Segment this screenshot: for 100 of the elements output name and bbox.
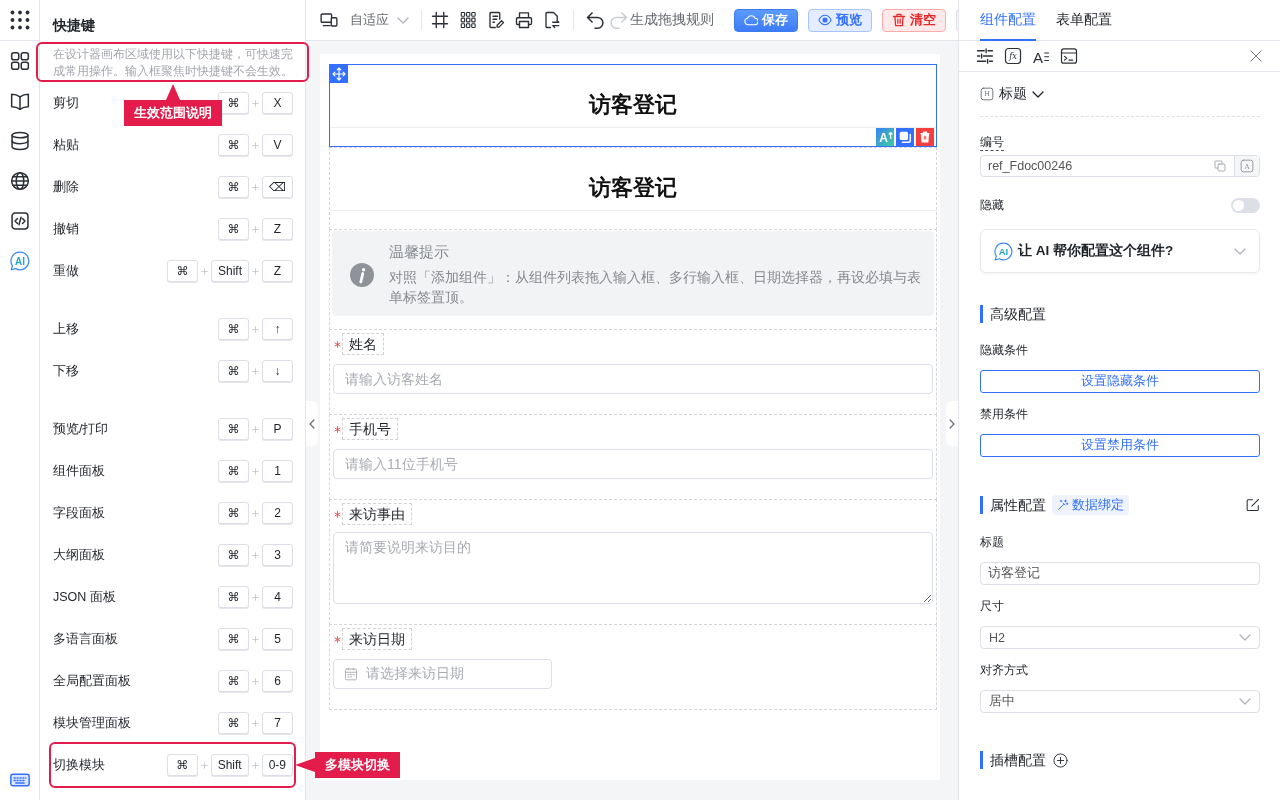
key-cap: ⌘ — [218, 586, 249, 608]
form-item[interactable]: 姓名 请输入访客姓名 — [329, 329, 937, 415]
key-cap: ⌘ — [218, 176, 249, 198]
plus-icon — [200, 761, 208, 769]
tip-title: 温馨提示 — [389, 242, 450, 262]
field-label: 来访事由 — [342, 503, 412, 525]
frame-icon[interactable] — [431, 11, 449, 29]
key-cap: ⌘ — [218, 460, 249, 482]
ai-assist-card[interactable]: AI 让 AI 帮你配置这个组件? — [980, 229, 1260, 273]
edit-icon[interactable] — [1246, 498, 1260, 512]
clear-button[interactable]: 清空 — [882, 8, 946, 32]
key-cap: ↑ — [262, 318, 293, 340]
plus-icon — [252, 509, 259, 517]
tip-text: 对照「添加组件」：从组件列表拖入输入框、多行输入框、日期选择器，再设必填与表单标签置顶。 — [389, 269, 922, 307]
form-item[interactable]: 来访事由 请简要说明来访目的 — [329, 499, 937, 625]
key-cap: 0-9 — [261, 754, 293, 776]
devices-icon[interactable] — [320, 11, 338, 29]
key-cap: ⌘ — [218, 712, 249, 734]
form-title: 访客登记 — [589, 91, 677, 119]
key-cap: 4 — [262, 586, 293, 608]
add-icon[interactable] — [1053, 752, 1068, 768]
field-label: 对齐方式 — [980, 662, 1029, 678]
generate-rules-button[interactable]: 生成拖拽规则 — [630, 11, 714, 29]
key-cap: Z — [262, 218, 293, 240]
shortcut-label: 预览/打印 — [53, 420, 109, 438]
form-item[interactable]: 手机号 请输入11位手机号 — [329, 414, 937, 500]
code-icon[interactable] — [9, 211, 30, 231]
document-swap-icon[interactable] — [543, 11, 561, 29]
collapse-right-handle[interactable] — [946, 401, 958, 446]
book-icon[interactable] — [9, 91, 30, 111]
copy-icon[interactable] — [896, 128, 914, 146]
shortcut-label: 上移 — [53, 320, 79, 338]
edit-document-icon[interactable] — [487, 11, 505, 29]
key-cap: X — [262, 92, 293, 114]
apps-menu-icon[interactable] — [9, 10, 30, 30]
shortcut-label: 全局配置面板 — [53, 672, 131, 690]
select-field[interactable]: H2 — [980, 626, 1260, 649]
heading-block[interactable]: 访客登记 — [329, 147, 937, 230]
callout-label: 生效范围说明 — [124, 84, 222, 126]
text-input[interactable]: 请输入11位手机号 — [333, 449, 933, 479]
plus-icon — [252, 593, 259, 601]
field-label: 标题 — [980, 534, 1005, 550]
delete-icon[interactable] — [916, 128, 934, 146]
layout-grid-icon[interactable] — [9, 51, 30, 71]
printer-icon[interactable] — [515, 11, 533, 29]
field-label: 手机号 — [342, 418, 398, 440]
key-cap: ⌘ — [218, 218, 249, 240]
shortcut-label: 撤销 — [53, 220, 79, 238]
field-label: 编号 — [980, 134, 1004, 150]
key-cap: ⌘ — [218, 418, 249, 440]
undo-icon[interactable] — [585, 10, 605, 30]
plus-icon — [252, 183, 259, 191]
formula-icon[interactable]: fx — [1004, 47, 1022, 65]
close-icon[interactable] — [1249, 49, 1263, 63]
heading-block[interactable]: 访客登记 A — [329, 64, 937, 147]
console-icon[interactable] — [1060, 47, 1078, 65]
condition-button[interactable]: 设置隐藏条件 — [980, 370, 1260, 393]
key-cap: ⌘ — [218, 318, 249, 340]
key-cap: ↓ — [262, 360, 293, 382]
key-cap: ⌘ — [218, 544, 249, 566]
plus-icon — [252, 551, 259, 559]
plus-icon — [252, 141, 259, 149]
key-cap: 1 — [262, 460, 293, 482]
condition-button[interactable]: 设置禁用条件 — [980, 434, 1260, 457]
plus-icon — [252, 99, 259, 107]
textarea-input[interactable]: 请简要说明来访目的 — [333, 532, 933, 604]
trash-icon — [892, 13, 906, 27]
globe-icon[interactable] — [9, 171, 30, 191]
keyboard-icon[interactable] — [9, 770, 30, 790]
plus-icon — [252, 719, 259, 727]
database-icon[interactable] — [9, 131, 30, 151]
cloud-icon — [744, 13, 758, 27]
grid-icon[interactable] — [459, 11, 477, 29]
collapse-left-handle[interactable] — [306, 401, 318, 446]
sliders-icon[interactable] — [976, 47, 994, 65]
chevron-left-icon — [309, 418, 315, 429]
plus-icon — [252, 367, 259, 375]
data-binding-tag[interactable]: 数据绑定 — [1052, 495, 1129, 515]
plus-icon — [252, 425, 259, 433]
section-title: 插槽配置 — [980, 751, 1046, 769]
preview-button[interactable]: 预览 — [808, 8, 872, 32]
text-input[interactable]: 请输入访客姓名 — [333, 364, 933, 394]
hidden-switch[interactable] — [1231, 197, 1260, 213]
panel-title: 快捷键 — [53, 16, 96, 35]
move-icon[interactable] — [330, 65, 348, 83]
form-item[interactable]: 来访日期 请选择来访日期 — [329, 624, 937, 710]
key-cap: ⌘ — [218, 360, 249, 382]
shortcut-label: 字段面板 — [53, 504, 105, 522]
panel-tab[interactable]: 组件配置 — [980, 0, 1036, 41]
chevron-down-icon — [1234, 247, 1246, 255]
viewport-select[interactable]: 自适应 — [350, 11, 409, 29]
shortcut-label: 剪切 — [53, 94, 79, 112]
panel-tab[interactable]: 表单配置 — [1056, 0, 1112, 41]
ai-prompt-text: 让 AI 帮你配置这个组件? — [1018, 242, 1174, 260]
chevron-down-icon — [1239, 698, 1251, 705]
text-input[interactable]: 访客登记 — [980, 562, 1260, 585]
field-label: 姓名 — [342, 333, 384, 355]
select-field[interactable]: 居中 — [980, 690, 1260, 713]
key-cap: ⌘ — [218, 92, 249, 114]
panel-description: 在设计器画布区域使用以下快捷键，可快速完成常用操作。输入框聚焦时快捷键不会生效。 — [53, 46, 293, 80]
